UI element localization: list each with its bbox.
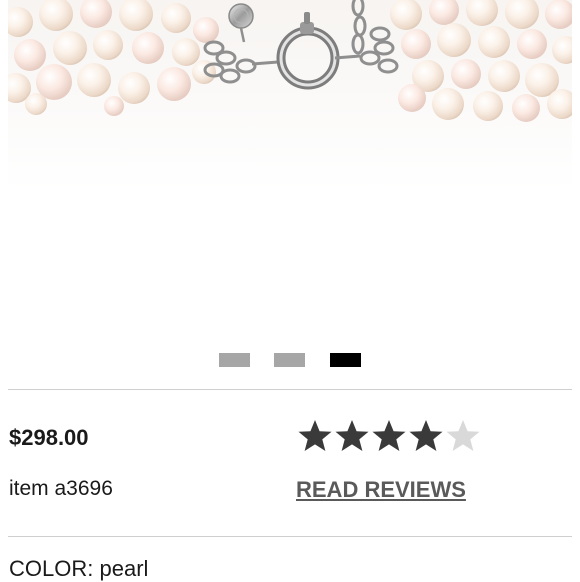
brand-tag-image: [228, 3, 254, 43]
read-reviews-link[interactable]: READ REVIEWS: [296, 477, 466, 503]
color-value: pearl: [99, 556, 149, 581]
spring-ring-clasp: [251, 12, 361, 90]
left-chain: [203, 40, 257, 84]
star-filled-icon: [409, 420, 443, 451]
star-empty-icon: [446, 420, 480, 451]
carousel-dot-1[interactable]: [219, 353, 250, 367]
star-filled-icon: [335, 420, 369, 451]
product-image[interactable]: [8, 0, 572, 190]
divider-bottom: [8, 536, 572, 537]
right-pearl-strands: [390, 0, 572, 122]
star-rating[interactable]: [297, 418, 481, 454]
carousel-dot-2[interactable]: [274, 353, 305, 367]
pearl-necklace-image: [8, 0, 572, 122]
color-selection: COLOR: pearl: [9, 556, 148, 582]
carousel-dot-3[interactable]: [330, 353, 361, 367]
color-label: COLOR:: [9, 556, 94, 581]
left-pearl-strands: [8, 0, 219, 116]
star-filled-icon: [372, 420, 406, 451]
star-filled-icon: [298, 420, 332, 451]
carousel-pagination: [0, 353, 580, 368]
product-price: $298.00: [9, 425, 89, 450]
divider-top: [8, 389, 572, 390]
item-number: item a3696: [9, 477, 113, 500]
